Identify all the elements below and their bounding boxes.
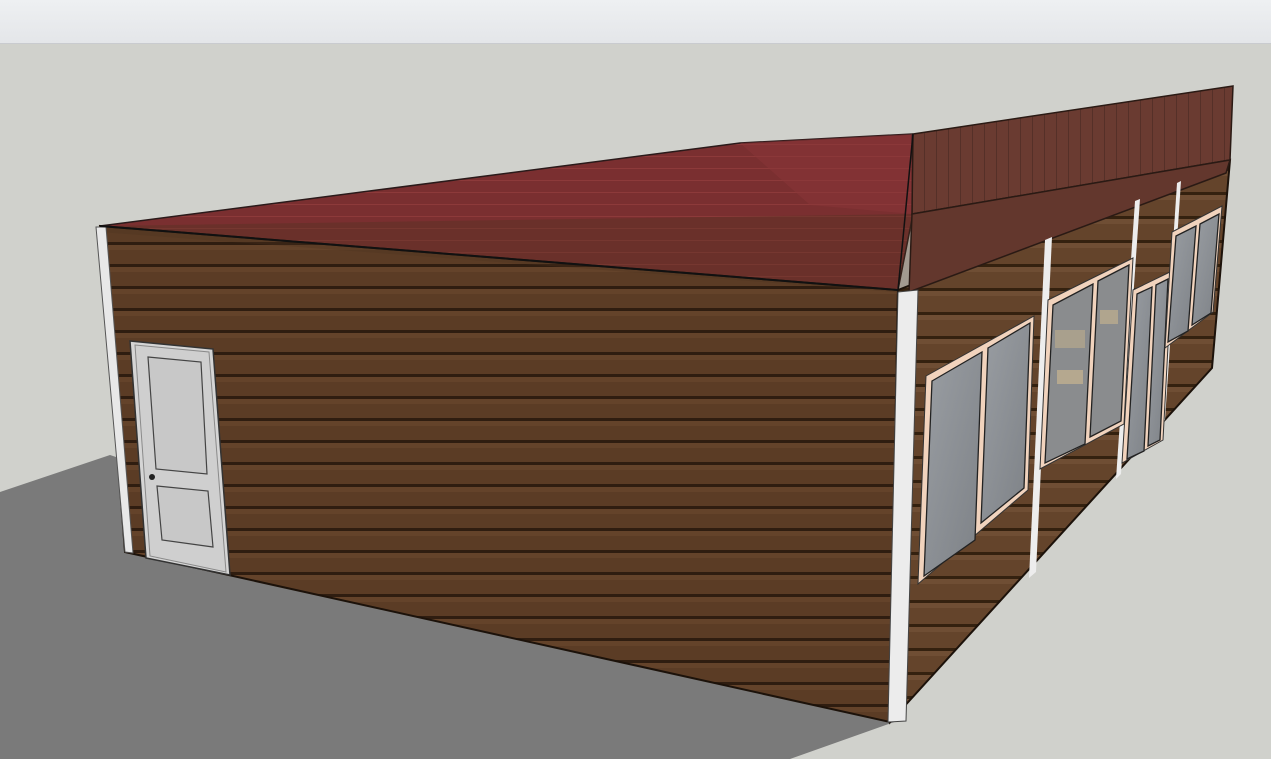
model-viewport[interactable] — [0, 45, 1271, 759]
interior-desk — [1055, 330, 1085, 348]
interior-table — [1057, 370, 1083, 384]
toolbar-strip — [0, 0, 1271, 44]
entry-door[interactable] — [129, 340, 231, 576]
door-lower-panel — [156, 485, 214, 548]
interior-shelf — [1100, 310, 1118, 324]
door-knob-icon — [149, 474, 155, 480]
building-model[interactable] — [0, 45, 1271, 759]
door-upper-panel — [147, 356, 208, 475]
